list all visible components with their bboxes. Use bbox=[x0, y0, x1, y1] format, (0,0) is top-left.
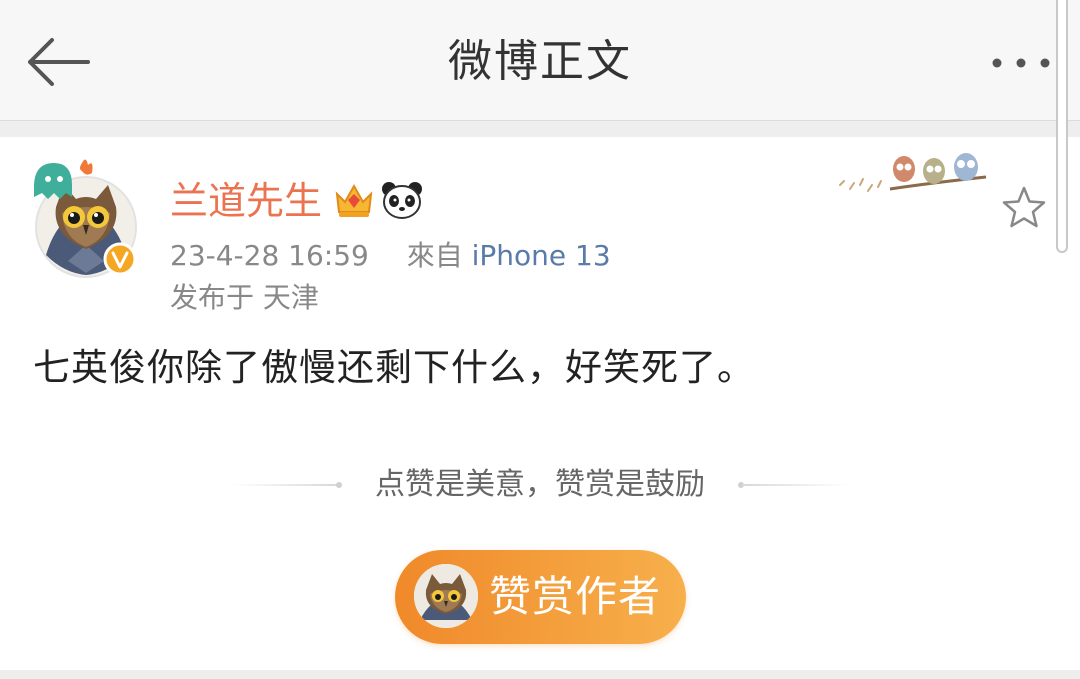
page-title: 微博正文 bbox=[448, 36, 632, 87]
post-location: 发布于 天津 bbox=[170, 281, 319, 314]
author-mini-avatar bbox=[414, 564, 478, 628]
top-nav-bar: 微博正文 bbox=[0, 0, 1080, 121]
flame-icon bbox=[80, 159, 93, 175]
panda-icon[interactable] bbox=[380, 180, 424, 220]
post-meta: 23-4-28 16:59 來自 iPhone 13 bbox=[170, 236, 611, 276]
crown-icon[interactable] bbox=[333, 180, 375, 220]
section-divider-bottom bbox=[0, 670, 1080, 679]
section-divider bbox=[0, 121, 1080, 137]
reward-author-button[interactable]: 赞赏作者 bbox=[395, 550, 686, 644]
reward-button-label: 赞赏作者 bbox=[489, 572, 662, 621]
reward-divider: 点赞是美意，赞赏是鼓励 bbox=[230, 462, 850, 508]
user-avatar[interactable] bbox=[28, 155, 148, 280]
post-content: 七英俊你除了傲慢还剩下什么，好笑死了。 bbox=[33, 346, 755, 389]
star-outline-icon bbox=[1002, 186, 1046, 228]
username[interactable]: 兰道先生 bbox=[170, 177, 322, 225]
scrollbar[interactable] bbox=[1056, 0, 1068, 255]
favorite-button[interactable] bbox=[1000, 184, 1048, 232]
more-dots-icon bbox=[992, 58, 1050, 68]
more-button[interactable] bbox=[985, 50, 1065, 76]
post-timestamp: 23-4-28 16:59 bbox=[170, 239, 369, 272]
post-source-link[interactable]: iPhone 13 bbox=[472, 239, 611, 272]
source-prefix: 來自 bbox=[406, 239, 463, 272]
divider-line-right bbox=[742, 484, 850, 486]
owls-decoration-icon bbox=[839, 153, 987, 192]
